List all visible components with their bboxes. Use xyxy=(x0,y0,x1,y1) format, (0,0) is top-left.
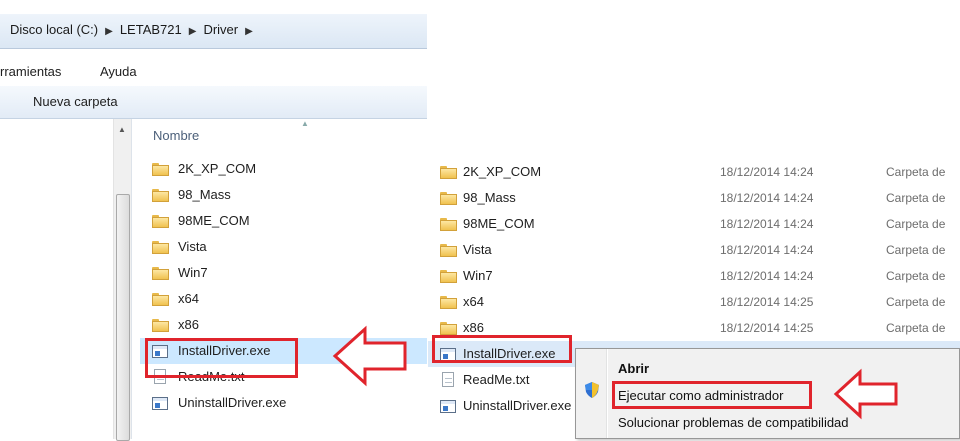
list-item[interactable]: Win7 xyxy=(140,260,427,286)
folder-icon xyxy=(152,163,169,176)
folder-icon xyxy=(152,293,169,306)
folder-icon xyxy=(440,192,457,205)
text-file-icon xyxy=(442,372,454,387)
command-bar: Nueva carpeta xyxy=(0,86,427,119)
arrow-left-icon xyxy=(332,325,407,387)
highlight-box-run-as-admin xyxy=(612,381,812,409)
list-item[interactable]: Win7 18/12/2014 14:24 Carpeta de xyxy=(428,263,960,289)
menu-tools[interactable]: rramientas xyxy=(0,64,61,79)
breadcrumb-item-disk[interactable]: Disco local (C:) xyxy=(10,22,98,37)
list-item[interactable]: 98_Mass 18/12/2014 14:24 Carpeta de xyxy=(428,185,960,211)
folder-icon xyxy=(152,189,169,202)
list-item[interactable]: Vista 18/12/2014 14:24 Carpeta de xyxy=(428,237,960,263)
breadcrumb-item-letab[interactable]: LETAB721 xyxy=(120,22,182,37)
new-folder-button[interactable]: Nueva carpeta xyxy=(33,94,118,109)
nav-scrollbar[interactable]: ▲ xyxy=(113,119,131,441)
menu-gutter xyxy=(606,349,608,438)
arrow-left-icon xyxy=(833,368,898,420)
chevron-right-icon[interactable]: ▶ xyxy=(105,26,113,37)
list-item[interactable]: x64 18/12/2014 14:25 Carpeta de xyxy=(428,289,960,315)
menu-item-compat[interactable]: Solucionar problemas de compatibilidad xyxy=(618,415,849,430)
scroll-up-icon[interactable]: ▲ xyxy=(118,125,126,134)
sort-up-icon: ▲ xyxy=(301,119,309,128)
list-item[interactable]: 98ME_COM 18/12/2014 14:24 Carpeta de xyxy=(428,211,960,237)
breadcrumb: Disco local (C:) ▶ LETAB721 ▶ Driver ▶ xyxy=(10,22,260,37)
highlight-box-install-right xyxy=(432,335,572,363)
folder-icon xyxy=(440,218,457,231)
folder-icon xyxy=(152,319,169,332)
uac-shield-icon xyxy=(585,382,599,398)
address-bar[interactable]: Disco local (C:) ▶ LETAB721 ▶ Driver ▶ xyxy=(0,14,427,49)
folder-icon xyxy=(152,267,169,280)
list-item[interactable]: 2K_XP_COM xyxy=(140,156,427,182)
list-item[interactable]: Vista xyxy=(140,234,427,260)
list-item[interactable]: x64 xyxy=(140,286,427,312)
chevron-right-icon[interactable]: ▶ xyxy=(189,26,197,37)
exe-icon xyxy=(440,400,456,413)
chevron-right-icon[interactable]: ▶ xyxy=(245,26,253,37)
folder-icon xyxy=(440,244,457,257)
list-item[interactable]: 98_Mass xyxy=(140,182,427,208)
column-header-name[interactable]: Nombre xyxy=(153,128,199,143)
folder-icon xyxy=(440,322,457,335)
menu-item-open[interactable]: Abrir xyxy=(618,361,649,376)
folder-icon xyxy=(152,241,169,254)
folder-icon xyxy=(440,270,457,283)
breadcrumb-item-driver[interactable]: Driver xyxy=(203,22,238,37)
scrollbar-thumb[interactable] xyxy=(116,194,130,441)
menu-bar: rramientas Ayuda xyxy=(0,58,427,82)
list-item[interactable]: 2K_XP_COM 18/12/2014 14:24 Carpeta de xyxy=(428,159,960,185)
folder-icon xyxy=(152,215,169,228)
list-item[interactable]: 98ME_COM xyxy=(140,208,427,234)
exe-icon xyxy=(152,397,168,410)
highlight-box-install-left xyxy=(145,338,298,378)
folder-icon xyxy=(440,296,457,309)
menu-help[interactable]: Ayuda xyxy=(100,64,137,79)
folder-icon xyxy=(440,166,457,179)
list-item[interactable]: UninstallDriver.exe xyxy=(140,390,427,416)
